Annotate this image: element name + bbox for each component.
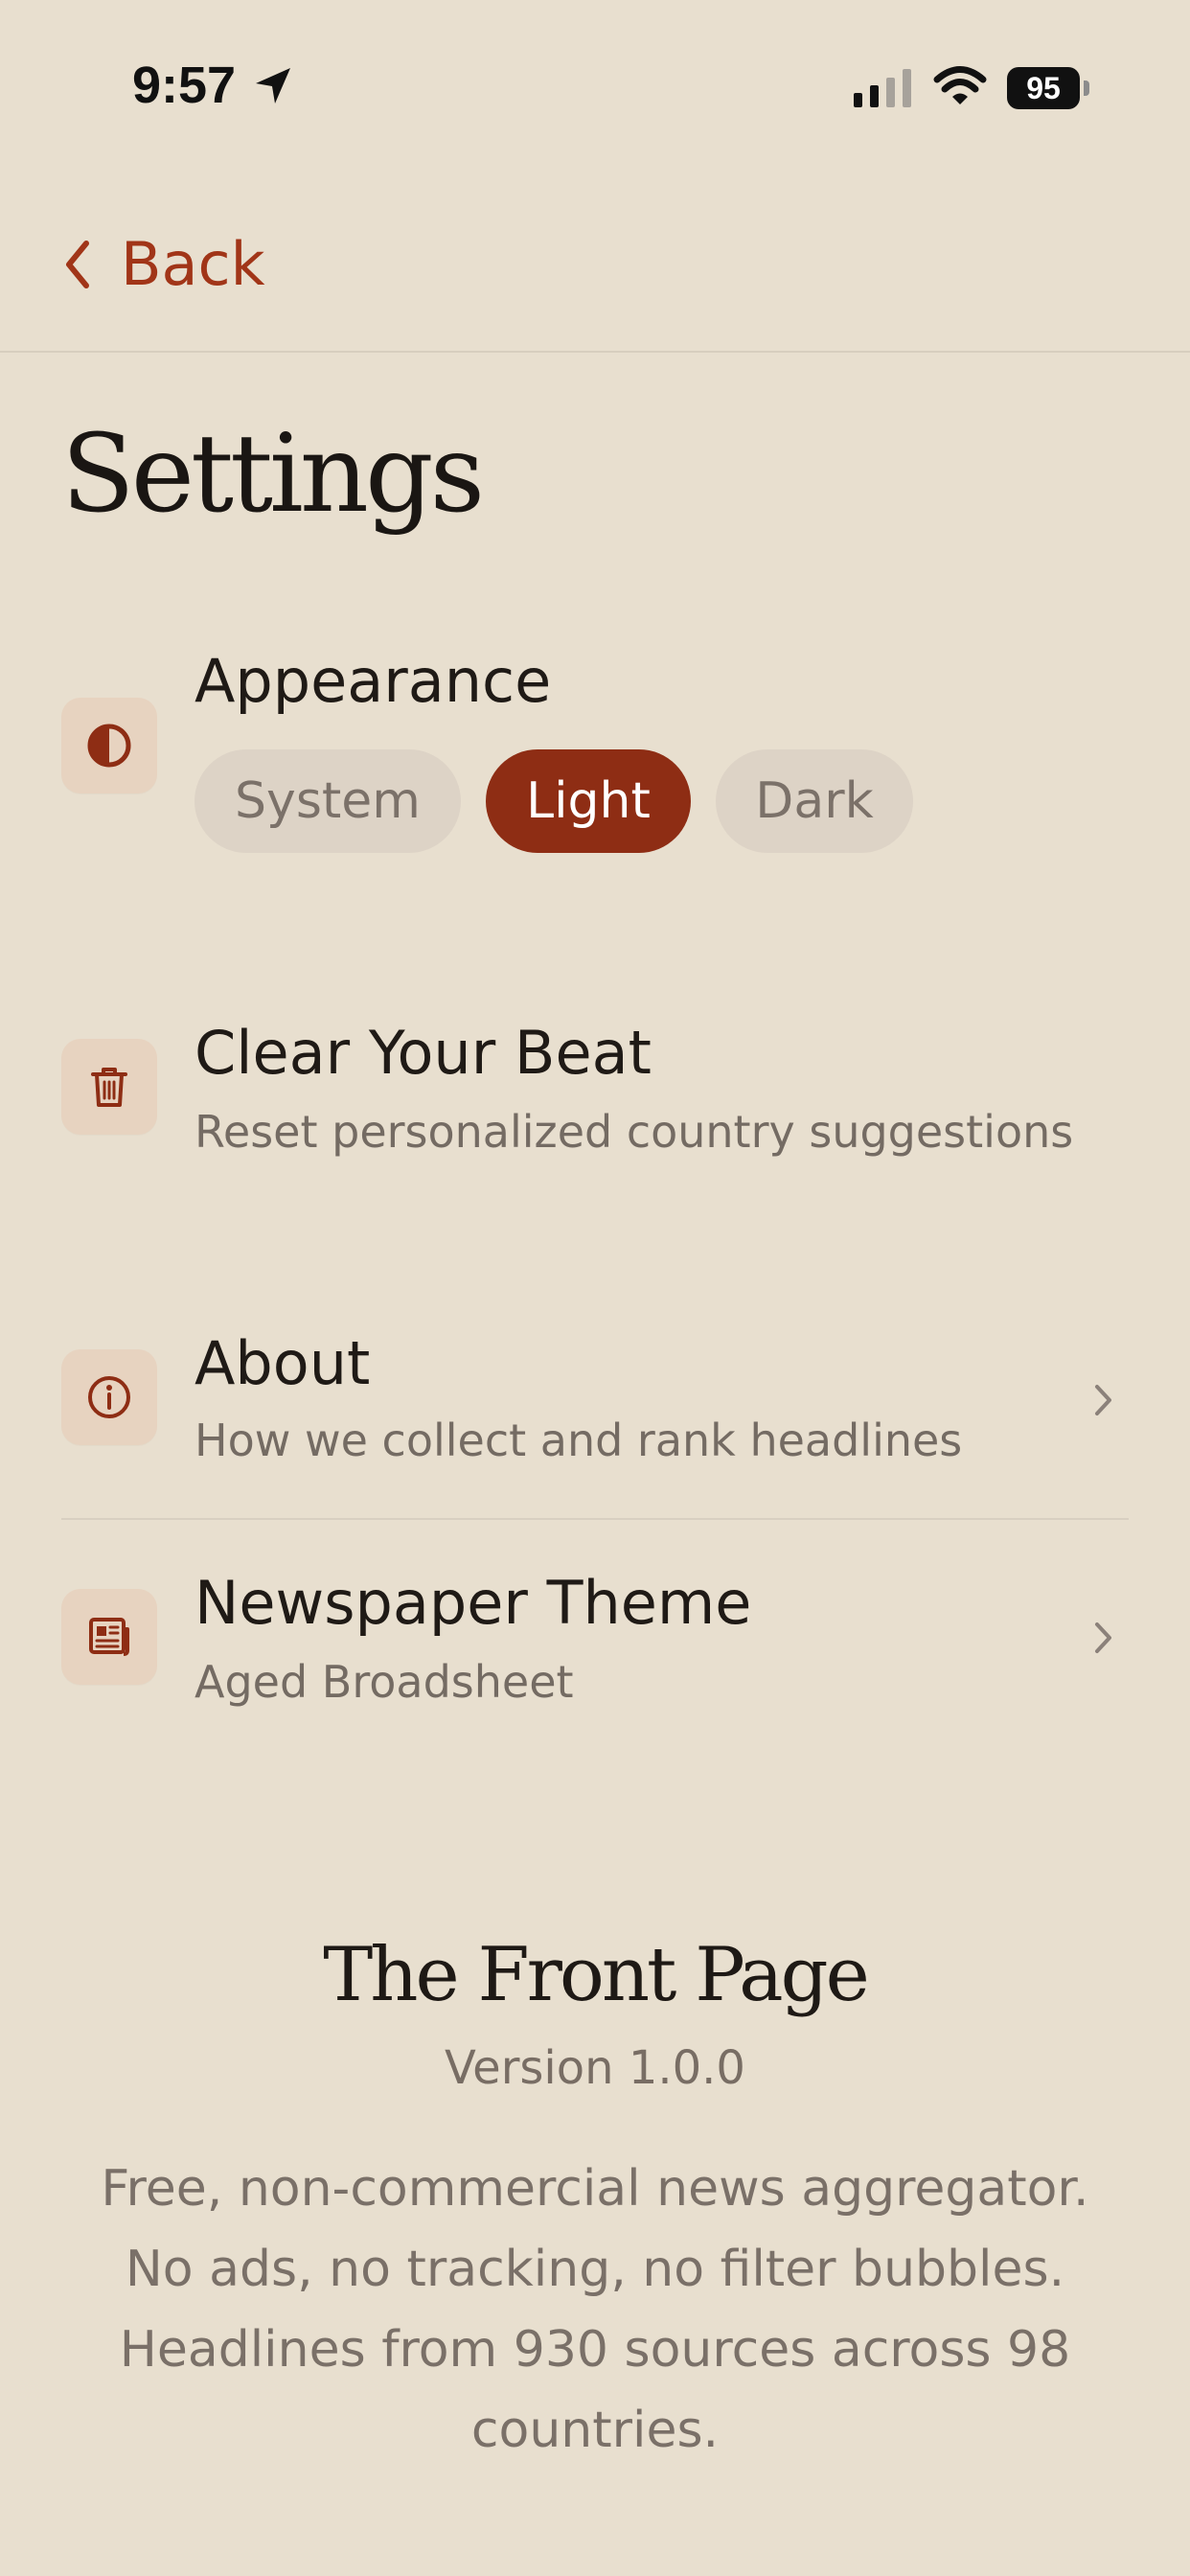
appearance-title: Appearance <box>195 646 552 716</box>
location-icon <box>256 68 290 104</box>
newspaper-theme-icon-tile <box>61 1589 157 1685</box>
navigation-bar: Back <box>0 172 1190 353</box>
newspaper-icon <box>89 1618 129 1656</box>
clear-beat-title: Clear Your Beat <box>195 1018 652 1088</box>
about-icon-tile <box>61 1349 157 1445</box>
appearance-icon-tile <box>61 698 157 794</box>
chevron-right-icon <box>1095 1385 1111 1415</box>
info-icon <box>88 1376 130 1418</box>
trash-icon <box>91 1068 127 1107</box>
home-indicator <box>0 2554 1190 2576</box>
status-time: 9:57 <box>132 57 237 114</box>
about-subtitle: How we collect and rank headlines <box>195 1414 963 1466</box>
newspaper-theme-title: Newspaper Theme <box>195 1568 752 1638</box>
battery-level: 95 <box>1007 67 1080 109</box>
appearance-option-light[interactable]: Light <box>486 749 691 853</box>
clear-beat-subtitle: Reset personalized country suggestions <box>195 1106 1074 1158</box>
chevron-left-icon <box>66 241 89 288</box>
page-title: Settings <box>61 412 485 537</box>
app-version: Version 1.0.0 <box>445 2041 745 2095</box>
newspaper-theme-subtitle: Aged Broadsheet <box>195 1656 574 1708</box>
app-name: The Front Page <box>323 1932 870 2018</box>
status-bar: 9:57 95 <box>0 0 1190 172</box>
clear-beat-icon-tile <box>61 1039 157 1135</box>
chevron-right-icon <box>1095 1622 1111 1653</box>
back-button[interactable]: Back <box>59 217 265 312</box>
battery-icon: 95 <box>1007 67 1089 109</box>
back-label: Back <box>121 229 265 299</box>
appearance-option-dark[interactable]: Dark <box>716 749 913 853</box>
about-title: About <box>195 1328 371 1398</box>
divider <box>61 1518 1129 1520</box>
signal-icon <box>854 69 911 107</box>
appearance-option-system[interactable]: System <box>195 749 461 853</box>
appearance-segmented-control: System Light Dark <box>195 749 913 853</box>
contrast-icon <box>87 724 131 768</box>
wifi-icon <box>933 66 987 104</box>
app-description: Free, non-commercial news aggregator. No… <box>101 2160 1089 2459</box>
battery-tip <box>1084 80 1089 96</box>
